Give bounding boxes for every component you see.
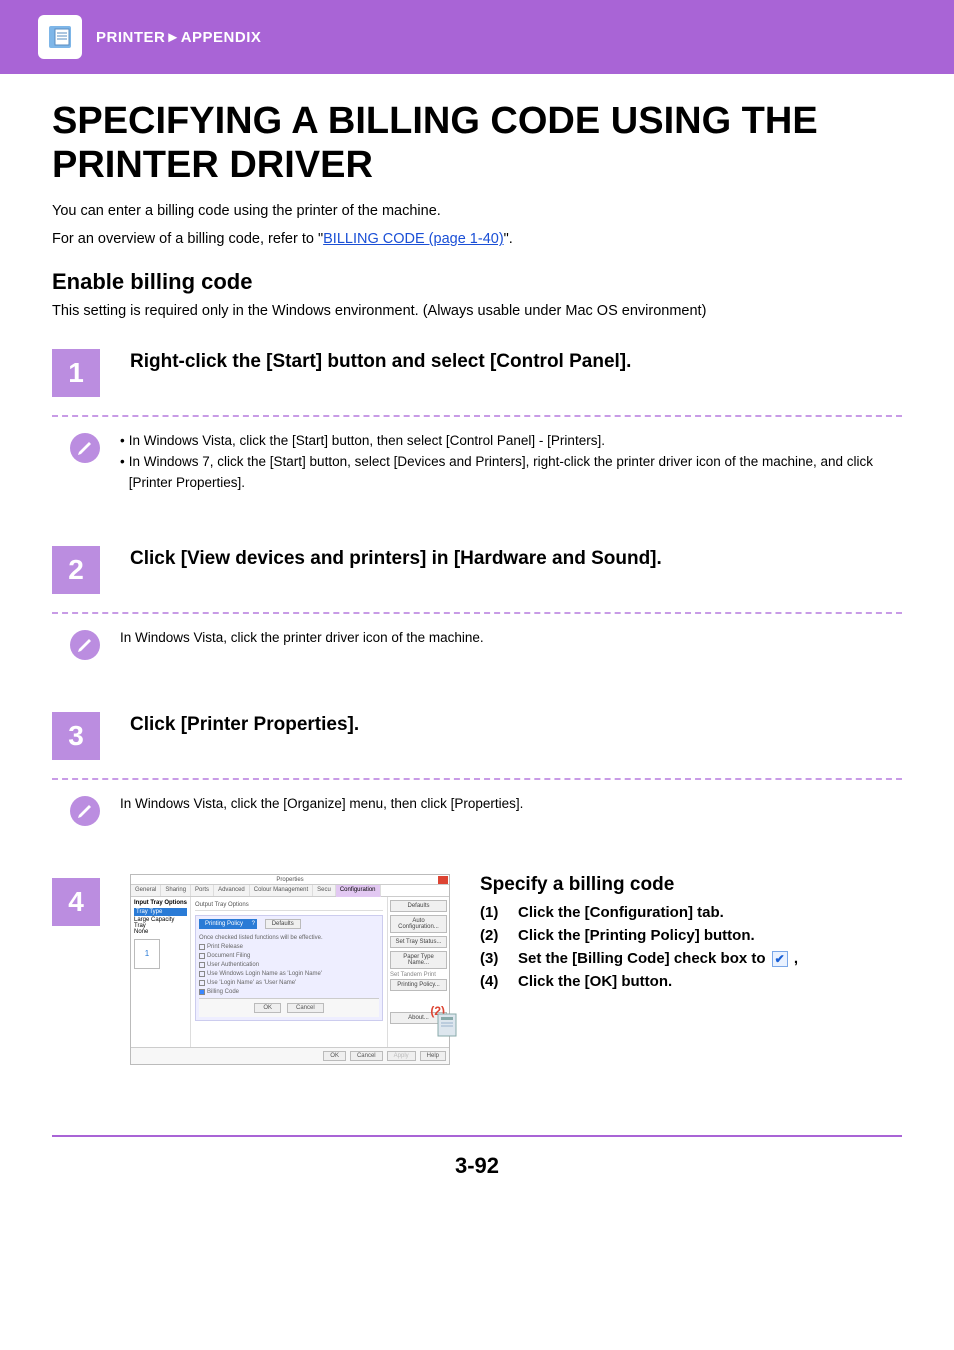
page-number: 3-92 — [0, 1153, 954, 1179]
note-icon — [70, 796, 100, 826]
billing-code-link[interactable]: BILLING CODE (page 1-40) — [323, 231, 504, 247]
step-number: 2 — [52, 546, 100, 594]
note-icon — [70, 630, 100, 660]
intro-text-2: For an overview of a billing code, refer… — [52, 229, 902, 251]
step4-heading: Specify a billing code — [480, 874, 798, 896]
breadcrumb-bar: PRINTER►APPENDIX — [0, 0, 954, 74]
instruction-4: (4)Click the [OK] button. — [480, 973, 798, 990]
note-icon — [70, 433, 100, 463]
instruction-1: (1)Click the [Configuration] tab. — [480, 904, 798, 921]
step-title: Click [View devices and printers] in [Ha… — [130, 546, 662, 570]
note-body: In Windows Vista, click the [Organize] m… — [120, 794, 523, 815]
section-subnote: This setting is required only in the Win… — [52, 303, 902, 319]
step-title: Right-click the [Start] button and selec… — [130, 349, 631, 373]
printer-icon — [38, 15, 82, 59]
note-body: •In Windows Vista, click the [Start] but… — [120, 431, 902, 494]
step-number: 3 — [52, 712, 100, 760]
step-title: Click [Printer Properties]. — [130, 712, 359, 736]
step-2: 2 Click [View devices and printers] in [… — [52, 546, 902, 660]
breadcrumb: PRINTER►APPENDIX — [96, 29, 261, 46]
instruction-3: (3)Set the [Billing Code] check box to ✔… — [480, 950, 798, 967]
step-3: 3 Click [Printer Properties]. In Windows… — [52, 712, 902, 826]
checkbox-on-icon: ✔ — [772, 951, 788, 967]
note-body: In Windows Vista, click the printer driv… — [120, 628, 484, 649]
intro-text-1: You can enter a billing code using the p… — [52, 201, 902, 223]
step-4: 4 (1) (2) (3) (4) Properties General Sha… — [52, 878, 902, 1065]
step-number: 1 — [52, 349, 100, 397]
preview-thumb: 1 — [134, 939, 160, 969]
instruction-2: (2)Click the [Printing Policy] button. — [480, 927, 798, 944]
page-title: SPECIFYING A BILLING CODE USING THE PRIN… — [52, 100, 902, 187]
section-heading: Enable billing code — [52, 269, 902, 295]
footer-rule — [52, 1135, 902, 1137]
step-1: 1 Right-click the [Start] button and sel… — [52, 349, 902, 494]
screenshot: (1) (2) (3) (4) Properties General Shari… — [130, 874, 450, 1065]
step-number: 4 — [52, 878, 100, 926]
